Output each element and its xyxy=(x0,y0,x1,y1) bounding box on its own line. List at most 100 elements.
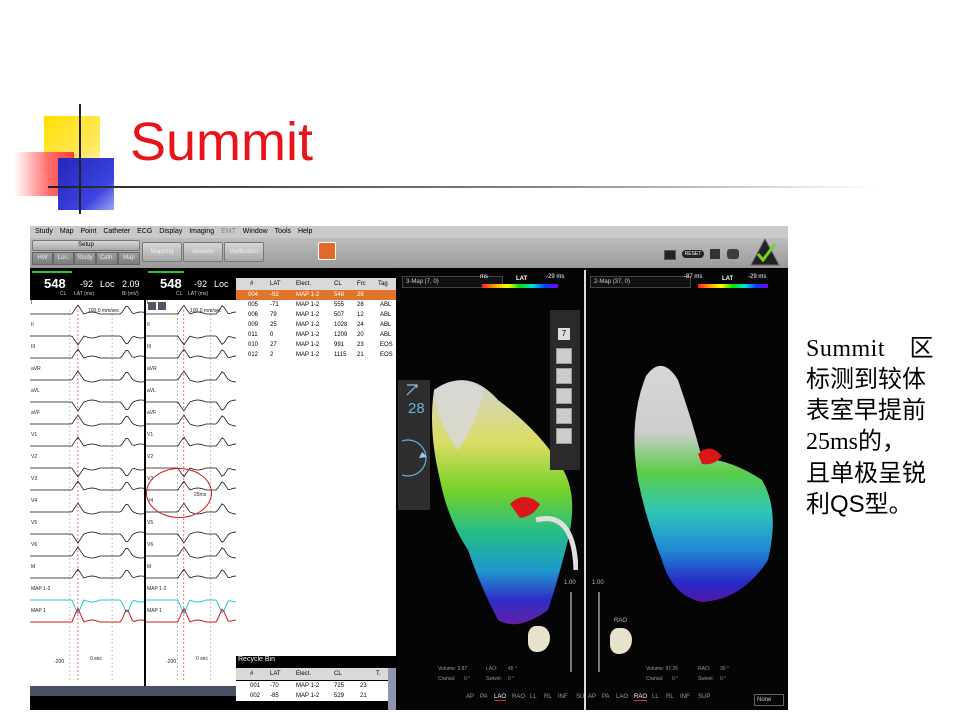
ablation-button[interactable]: Ablation xyxy=(183,242,223,262)
view-button-sup[interactable]: SUP xyxy=(698,694,710,700)
mapping-button[interactable]: Mapping xyxy=(142,242,182,262)
tab-hw[interactable]: HW xyxy=(32,252,53,265)
view-button-pa[interactable]: PA xyxy=(602,694,610,700)
menu-study[interactable]: Study xyxy=(35,226,53,238)
reset-button[interactable]: RESET xyxy=(682,250,704,258)
lat-value: -92 xyxy=(80,279,94,289)
view-button-lao[interactable]: LAO xyxy=(494,694,507,701)
tab-loc[interactable]: Loc. xyxy=(53,252,74,265)
lat-label: LAT (ms) xyxy=(188,291,209,297)
view-button-pa[interactable]: PA xyxy=(480,694,488,700)
map-selector[interactable]: 2-Map (37, 0) xyxy=(590,276,691,288)
ecg-trace xyxy=(146,370,236,383)
table-row[interactable]: 004 -92 MAP 1-2 548 28 xyxy=(236,290,396,300)
tab-study[interactable]: Study xyxy=(74,252,96,265)
view-button-rl[interactable]: RL xyxy=(544,694,552,700)
deco-vertical-line xyxy=(79,104,81,214)
map-tool-number[interactable]: 7 xyxy=(558,328,570,340)
col-header[interactable]: Elect. xyxy=(296,278,311,290)
tool-icon[interactable] xyxy=(710,249,720,259)
ecg-scroll-bar[interactable] xyxy=(30,686,236,696)
swivel-label: Swivel: xyxy=(486,676,502,682)
table-row[interactable]: 011 0 MAP 1-2 1209 20 ABL xyxy=(236,330,396,340)
col-header[interactable]: # xyxy=(250,278,253,290)
table-row[interactable]: 001 -70 MAP 1-2 725 23 xyxy=(236,681,388,691)
menu-emt[interactable]: EMT xyxy=(221,226,236,238)
setup-button[interactable]: Setup xyxy=(32,240,140,251)
ecg-header: 548 -92 Loc 2.09 CL LAT (ms) Bi (mV) xyxy=(30,270,144,300)
menu-point[interactable]: Point xyxy=(80,226,96,238)
table-row[interactable]: 012 2 MAP 1-2 1115 21 EOS xyxy=(236,350,396,360)
menu-window[interactable]: Window xyxy=(243,226,268,238)
view-button-ll[interactable]: LL xyxy=(530,694,537,700)
lat-max: -29 ms xyxy=(546,274,565,280)
map-tool-button[interactable] xyxy=(556,368,572,384)
col-header[interactable]: Frc xyxy=(357,278,366,290)
menu-display[interactable]: Display xyxy=(159,226,182,238)
menu-ecg[interactable]: ECG xyxy=(137,226,152,238)
col-header[interactable]: # xyxy=(250,668,253,680)
pointer-icon[interactable] xyxy=(406,384,418,396)
menu-tools[interactable]: Tools xyxy=(275,226,291,238)
table-cell: 011 xyxy=(248,332,258,338)
view-button-lao[interactable]: LAO xyxy=(616,694,628,700)
view-button-inf[interactable]: INF xyxy=(680,694,690,700)
cardiac-map-3d[interactable] xyxy=(622,360,782,620)
slide-title: Summit xyxy=(130,112,314,172)
col-header[interactable]: CL xyxy=(334,668,342,680)
view-button-ap[interactable]: AP xyxy=(466,694,474,700)
table-cell: 2 xyxy=(270,352,274,358)
table-row[interactable]: 010 27 MAP 1-2 991 23 EOS xyxy=(236,340,396,350)
table-row[interactable]: 006 79 MAP 1-2 507 12 ABL xyxy=(236,310,396,320)
loc-label: Loc xyxy=(214,279,229,289)
camera-icon[interactable] xyxy=(318,242,336,260)
table-cell: 24 xyxy=(357,322,364,328)
view-button-ap[interactable]: AP xyxy=(588,694,596,700)
table-cell: 25 xyxy=(270,322,277,328)
table-cell: 009 xyxy=(248,322,259,328)
verification-button[interactable]: Verification xyxy=(224,242,264,262)
menu-help[interactable]: Help xyxy=(298,226,312,238)
zoom-slider[interactable] xyxy=(598,592,600,672)
view-button-rao[interactable]: RAO xyxy=(634,694,648,701)
lat-max: -29 ms xyxy=(748,274,767,280)
view-button-ll[interactable]: LL xyxy=(652,694,659,700)
map-tool-button[interactable] xyxy=(556,428,572,444)
tab-cath[interactable]: Cath. xyxy=(96,252,118,265)
view-button-rao[interactable]: RAO xyxy=(512,694,525,700)
menu-catheter[interactable]: Catheter xyxy=(103,226,130,238)
table-row[interactable]: 002 -85 MAP 1-2 529 21 xyxy=(236,691,388,701)
col-header[interactable]: T. xyxy=(376,668,381,680)
map-tool-button[interactable] xyxy=(556,348,572,364)
bi-label: Bi (mV) xyxy=(122,291,139,297)
slider-label: 1.00 xyxy=(564,580,576,586)
none-select[interactable]: None xyxy=(754,694,784,706)
col-header[interactable]: LAT xyxy=(270,278,281,290)
table-cell: ABL xyxy=(380,312,392,318)
map-tool-button[interactable] xyxy=(556,388,572,404)
col-header[interactable]: LAT xyxy=(270,668,281,680)
tab-map[interactable]: Map xyxy=(118,252,140,265)
side-text-line: 25ms的， xyxy=(806,429,907,455)
ablate-icon[interactable] xyxy=(727,249,739,259)
col-header[interactable]: Elect. xyxy=(296,668,311,680)
table-cell: 20 xyxy=(357,332,364,338)
view-button-rl[interactable]: RL xyxy=(666,694,674,700)
table-row[interactable]: 009 25 MAP 1-2 1028 24 ABL xyxy=(236,320,396,330)
monitor-icon[interactable] xyxy=(664,250,676,260)
lat-color-bar xyxy=(482,284,558,288)
ecg-trace xyxy=(30,599,144,615)
view-button-inf[interactable]: INF xyxy=(558,694,568,700)
menu-imaging[interactable]: Imaging xyxy=(189,226,214,238)
table-row[interactable]: 005 -71 MAP 1-2 555 28 ABL xyxy=(236,300,396,310)
col-header[interactable]: Tag xyxy=(378,278,388,290)
cl-label: CL xyxy=(60,291,67,297)
toolbar: Setup HW Loc. Study Cath. Map Mapping Ab… xyxy=(30,238,788,268)
ecg-header: 548 -92 Loc CL LAT (ms) xyxy=(146,270,236,300)
recycle-scrollbar[interactable] xyxy=(388,668,396,710)
map-tool-button[interactable] xyxy=(556,408,572,424)
menu-map[interactable]: Map xyxy=(60,226,74,238)
zoom-slider[interactable] xyxy=(570,592,572,672)
col-header[interactable]: CL xyxy=(334,278,342,290)
table-cell: 27 xyxy=(270,342,277,348)
